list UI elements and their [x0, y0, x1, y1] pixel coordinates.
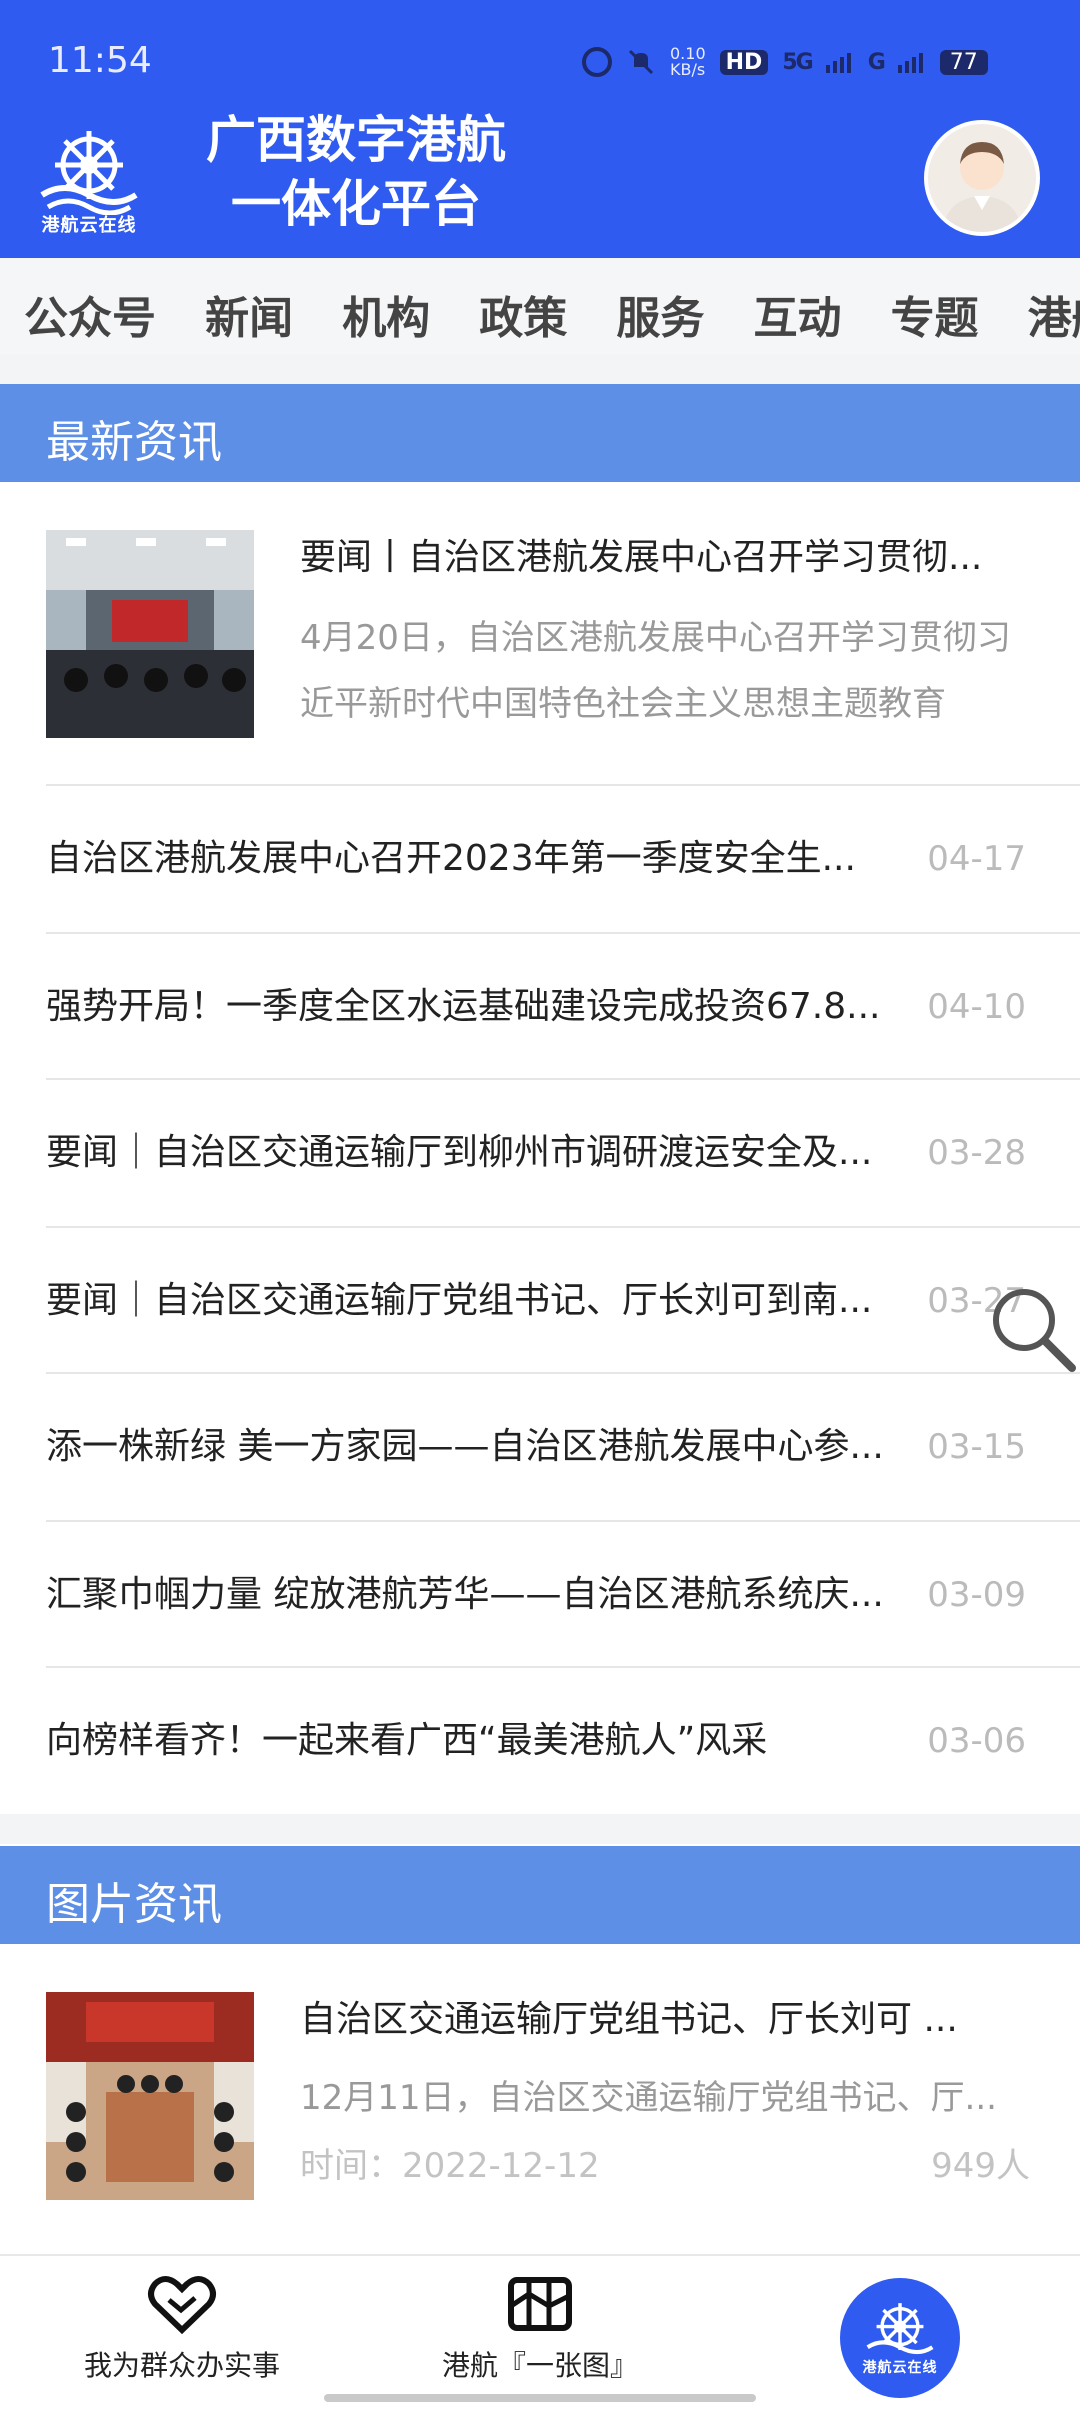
tab-policy[interactable]: 政策	[479, 282, 567, 346]
status-time: 11:54	[48, 40, 152, 81]
news-title: 自治区港航发展中心召开2023年第一季度安全生...	[46, 838, 856, 879]
tab-port-shipping[interactable]: 港航	[1028, 282, 1080, 346]
conference-photo-icon	[46, 1992, 254, 2200]
picture-news-time: 时间：2022-12-12	[300, 2146, 600, 2186]
news-title: 向榜样看齐！一起来看广西“最美港航人”风采	[46, 1720, 768, 1761]
nav-home-logo[interactable]: 港航云在线	[840, 2278, 960, 2398]
picture-news-thumbnail[interactable]	[46, 1992, 254, 2200]
picture-news-desc: 12月11日，自治区交通运输厅党组书记、厅...	[300, 2078, 997, 2118]
news-date: 03-28	[927, 1133, 1026, 1173]
tab-interaction[interactable]: 互动	[753, 282, 841, 346]
ship-wheel-icon	[866, 2303, 934, 2355]
map-icon	[508, 2277, 572, 2331]
news-row[interactable]: 汇聚巾帼力量 绽放港航芳华——自治区港航系统庆... 03-09	[46, 1522, 1046, 1668]
section-title-latest: 最新资讯	[46, 417, 222, 468]
tab-services[interactable]: 服务	[616, 282, 704, 346]
tab-topics[interactable]: 专题	[891, 282, 979, 346]
app-logo: 港航云在线	[12, 104, 166, 258]
news-row[interactable]: 自治区港航发展中心召开2023年第一季度安全生... 04-17	[46, 786, 1046, 932]
news-row[interactable]: 要闻｜自治区交通运输厅党组书记、厅长刘可到南... 03-27	[46, 1228, 1046, 1374]
app-header: 11:54 0.10 KB/s HD 5G G 77 港航云在线 广西数字港航 …	[0, 0, 1080, 258]
search-button[interactable]	[990, 1286, 1080, 1376]
nav-logo-text: 港航云在线	[862, 2360, 938, 2376]
home-indicator[interactable]	[324, 2394, 756, 2402]
news-date: 04-10	[927, 987, 1026, 1027]
picture-news-title[interactable]: 自治区交通运输厅党组书记、厅长刘可 ...	[300, 1990, 1000, 2042]
alarm-icon	[582, 47, 612, 77]
hd-badge: HD	[719, 49, 769, 75]
section-title-pictures: 图片资讯	[46, 1879, 222, 1930]
signal-bars-icon	[825, 53, 851, 73]
tab-institutions[interactable]: 机构	[342, 282, 430, 346]
section-separator	[0, 1814, 1080, 1844]
status-bar: 11:54 0.10 KB/s HD 5G G 77	[0, 0, 1080, 104]
brand-title-line2: 一体化平台	[231, 175, 481, 233]
brand-title-line1: 广西数字港航	[206, 111, 506, 169]
news-title: 要闻｜自治区交通运输厅到柳州市调研渡运安全及...	[46, 1132, 873, 1173]
news-row[interactable]: 要闻｜自治区交通运输厅到柳州市调研渡运安全及... 03-28	[46, 1080, 1046, 1226]
news-row[interactable]: 添一株新绿 美一方家园——自治区港航发展中心参... 03-15	[46, 1374, 1046, 1520]
section-header-pictures: 图片资讯	[0, 1846, 1080, 1944]
speed-unit: KB/s	[670, 60, 706, 79]
picture-news-views: 949人	[931, 2146, 1030, 2186]
news-row[interactable]: 向榜样看齐！一起来看广西“最美港航人”风采 03-06	[46, 1668, 1046, 1814]
news-date: 03-15	[927, 1427, 1026, 1467]
news-date: 04-17	[927, 839, 1026, 879]
signal-5g: 5G	[782, 49, 813, 75]
news-title: 要闻｜自治区交通运输厅党组书记、厅长刘可到南...	[46, 1280, 873, 1321]
brand-title: 广西数字港航 一体化平台	[196, 108, 516, 236]
picture-news-meta: 时间：2022-12-12 949人	[300, 2138, 1030, 2187]
featured-news-title[interactable]: 要闻丨自治区港航发展中心召开学习贯彻...	[300, 528, 1030, 580]
news-title: 添一株新绿 美一方家园——自治区港航发展中心参...	[46, 1426, 884, 1467]
category-tabs: 公众号 新闻 机构 政策 服务 互动 专题 港航	[0, 258, 1080, 354]
news-row[interactable]: 强势开局！一季度全区水运基础建设完成投资67.8... 04-10	[46, 934, 1046, 1080]
news-date: 03-06	[927, 1721, 1026, 1761]
status-icons: 0.10 KB/s HD 5G G 77	[582, 44, 988, 80]
tab-news[interactable]: 新闻	[205, 282, 293, 346]
featured-news-desc: 4月20日，自治区港航发展中心召开学习贯彻习近平新时代中国特色社会主义思想主题教…	[300, 618, 1011, 724]
signal-bars-icon-2	[897, 53, 923, 73]
section-header-latest: 最新资讯	[0, 384, 1080, 482]
signal-g: G	[867, 49, 886, 75]
nav-item-service[interactable]: 我为群众办实事	[82, 2274, 282, 2384]
tab-official-account[interactable]: 公众号	[24, 282, 156, 346]
news-date: 03-09	[927, 1575, 1026, 1615]
mute-icon	[628, 49, 654, 75]
tabs-gap	[0, 354, 1080, 384]
nav-label-service: 我为群众办实事	[83, 2349, 280, 2382]
person-icon	[942, 142, 1022, 232]
ship-wheel-icon	[40, 131, 138, 215]
nav-item-map[interactable]: 港航『一张图』	[430, 2274, 650, 2384]
search-icon	[993, 1289, 1076, 1372]
battery-icon: 77	[939, 49, 988, 75]
meeting-photo-icon	[46, 530, 254, 738]
news-title: 强势开局！一季度全区水运基础建设完成投资67.8...	[46, 986, 881, 1027]
network-speed: 0.10 KB/s	[670, 46, 706, 78]
featured-news-thumbnail[interactable]	[46, 530, 254, 738]
user-avatar[interactable]	[924, 120, 1040, 236]
news-title: 汇聚巾帼力量 绽放港航芳华——自治区港航系统庆...	[46, 1574, 884, 1615]
nav-label-map: 港航『一张图』	[441, 2349, 638, 2382]
logo-text: 港航云在线	[41, 215, 137, 236]
heart-handshake-icon	[148, 2276, 216, 2335]
bottom-nav: 我为群众办实事 港航『一张图』 港航云在线	[0, 2254, 1080, 2410]
